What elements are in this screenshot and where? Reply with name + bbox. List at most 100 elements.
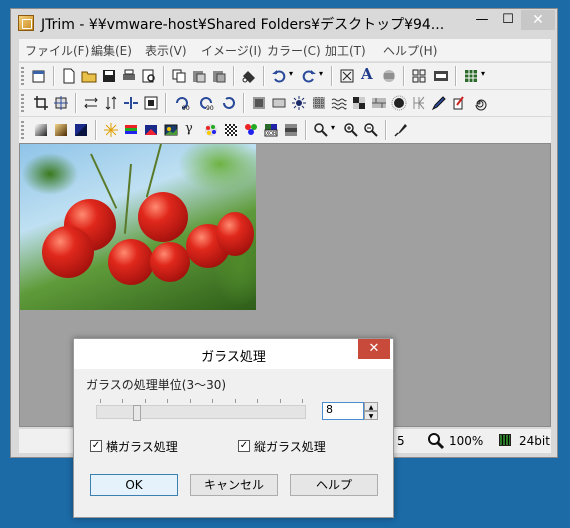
menu-edit[interactable]: 編集(E) <box>91 42 132 59</box>
palette-icon[interactable] <box>203 122 219 138</box>
hue-icon[interactable] <box>143 122 159 138</box>
glass-dialog: ガラス処理 ✕ ガラスの処理単位(3〜30) 8 ▲ ▼ ✓ 横ガラス処理 ✓ … <box>73 338 394 518</box>
mosaic-icon[interactable] <box>311 95 327 111</box>
xor-icon[interactable]: XOR <box>263 122 279 138</box>
new-file-icon[interactable] <box>61 68 77 84</box>
sepia-icon[interactable] <box>53 122 69 138</box>
picture-icon[interactable] <box>163 122 179 138</box>
pen-icon[interactable] <box>431 95 447 111</box>
new-window-icon[interactable] <box>31 68 47 84</box>
toolbar-grip[interactable] <box>21 94 24 112</box>
app-icon[interactable] <box>18 15 34 31</box>
spin-up-button[interactable]: ▲ <box>364 402 378 411</box>
film-icon[interactable] <box>433 68 449 84</box>
relief-icon[interactable] <box>351 95 367 111</box>
fit-icon[interactable] <box>339 68 355 84</box>
dialog-title-bar[interactable]: ガラス処理 ✕ <box>74 339 393 369</box>
maximize-button[interactable]: ☐ <box>495 10 521 30</box>
zoom-dropdown-icon[interactable]: ▾ <box>331 123 335 132</box>
menu-color[interactable]: カラー(C) <box>267 42 321 59</box>
rotate-icon[interactable] <box>221 95 237 111</box>
slider-tick <box>302 399 303 403</box>
redo-dropdown-icon[interactable]: ▾ <box>319 69 323 78</box>
colorize-icon[interactable] <box>243 122 259 138</box>
slider-tick <box>257 399 259 403</box>
spin-down-button[interactable]: ▼ <box>364 411 378 420</box>
resize-icon[interactable] <box>53 95 69 111</box>
tiles-icon[interactable] <box>463 68 479 84</box>
toolbar-grip[interactable] <box>21 121 24 139</box>
trim-paste-icon[interactable] <box>241 68 257 84</box>
flip-v-icon[interactable] <box>103 95 119 111</box>
menu-help[interactable]: ヘルプ(H) <box>383 42 437 59</box>
toolbar-grip[interactable] <box>21 67 24 85</box>
blur-icon[interactable] <box>391 95 407 111</box>
slider-tick <box>167 399 169 403</box>
zoom-out-icon[interactable] <box>363 122 379 138</box>
gradient-icon[interactable] <box>33 122 49 138</box>
tiles-dropdown-icon[interactable]: ▾ <box>481 69 485 78</box>
print-icon[interactable] <box>121 68 137 84</box>
spiral-icon[interactable] <box>471 95 487 111</box>
slider-tick <box>100 399 101 403</box>
gamma-icon[interactable]: γ <box>185 121 201 137</box>
zoom-in-icon[interactable] <box>343 122 359 138</box>
grayscale-icon[interactable] <box>283 122 299 138</box>
menu-view[interactable]: 表示(V) <box>145 42 187 59</box>
flip-h-icon[interactable] <box>83 95 99 111</box>
menu-file[interactable]: ファイル(F) <box>25 42 89 59</box>
svg-text:90: 90 <box>182 105 190 111</box>
dialog-close-button[interactable]: ✕ <box>358 339 390 359</box>
emboss-icon[interactable] <box>251 95 267 111</box>
dither-icon[interactable] <box>223 122 239 138</box>
frame-icon[interactable] <box>143 95 159 111</box>
vertical-glass-checkbox[interactable]: ✓ <box>238 440 250 452</box>
menu-process[interactable]: 加工(T) <box>325 42 366 59</box>
vertical-glass-label: 縦ガラス処理 <box>254 440 326 454</box>
copy-icon[interactable] <box>171 68 187 84</box>
open-icon[interactable] <box>81 68 97 84</box>
sparkle-icon[interactable] <box>103 122 119 138</box>
align-icon[interactable] <box>381 68 397 84</box>
cancel-button[interactable]: キャンセル <box>190 474 278 496</box>
rgb-icon[interactable] <box>123 122 139 138</box>
horizontal-glass-label: 横ガラス処理 <box>106 440 178 454</box>
undo-icon[interactable] <box>271 68 287 84</box>
glass-unit-slider[interactable] <box>96 405 306 419</box>
color-icon[interactable] <box>73 122 89 138</box>
rotate-right-90-icon[interactable]: 90 <box>197 95 217 111</box>
paste-icon[interactable] <box>191 68 207 84</box>
crop-icon[interactable] <box>33 95 49 111</box>
print-preview-icon[interactable] <box>141 68 157 84</box>
eyedropper-icon[interactable] <box>393 122 409 138</box>
help-button[interactable]: ヘルプ <box>290 474 378 496</box>
paste-new-icon[interactable] <box>211 68 227 84</box>
horizontal-glass-checkbox[interactable]: ✓ <box>90 440 102 452</box>
redo-icon[interactable] <box>301 68 317 84</box>
minimize-button[interactable]: — <box>469 10 495 30</box>
menu-image[interactable]: イメージ(I) <box>201 42 262 59</box>
brush-icon[interactable] <box>451 95 467 111</box>
slider-thumb[interactable] <box>133 405 142 421</box>
toolbar-row-3: γ XOR ▾ <box>19 117 551 143</box>
color-depth-icon <box>499 434 511 446</box>
sharpen-icon[interactable] <box>411 95 427 111</box>
undo-dropdown-icon[interactable]: ▾ <box>289 69 293 78</box>
slider-tick <box>212 399 214 403</box>
text-icon[interactable]: A <box>361 65 377 83</box>
save-icon[interactable] <box>101 68 117 84</box>
ok-button[interactable]: OK <box>90 474 178 496</box>
zoom-menu-icon[interactable] <box>313 122 329 138</box>
rotate-left-90-icon[interactable]: 90 <box>173 95 193 111</box>
brick-icon[interactable] <box>371 95 387 111</box>
wave-icon[interactable] <box>331 95 347 111</box>
title-bar[interactable]: JTrim - ¥¥vmware-host¥Shared Folders¥デスク… <box>11 9 557 37</box>
grid-icon[interactable] <box>411 68 427 84</box>
window-title: JTrim - ¥¥vmware-host¥Shared Folders¥デスク… <box>41 17 445 33</box>
sunburst-icon[interactable] <box>291 95 307 111</box>
button-icon[interactable] <box>271 95 287 111</box>
svg-text:90: 90 <box>206 105 214 111</box>
mirror-icon[interactable] <box>123 95 139 111</box>
close-button[interactable]: ✕ <box>521 10 555 30</box>
glass-unit-input[interactable]: 8 <box>322 402 364 420</box>
